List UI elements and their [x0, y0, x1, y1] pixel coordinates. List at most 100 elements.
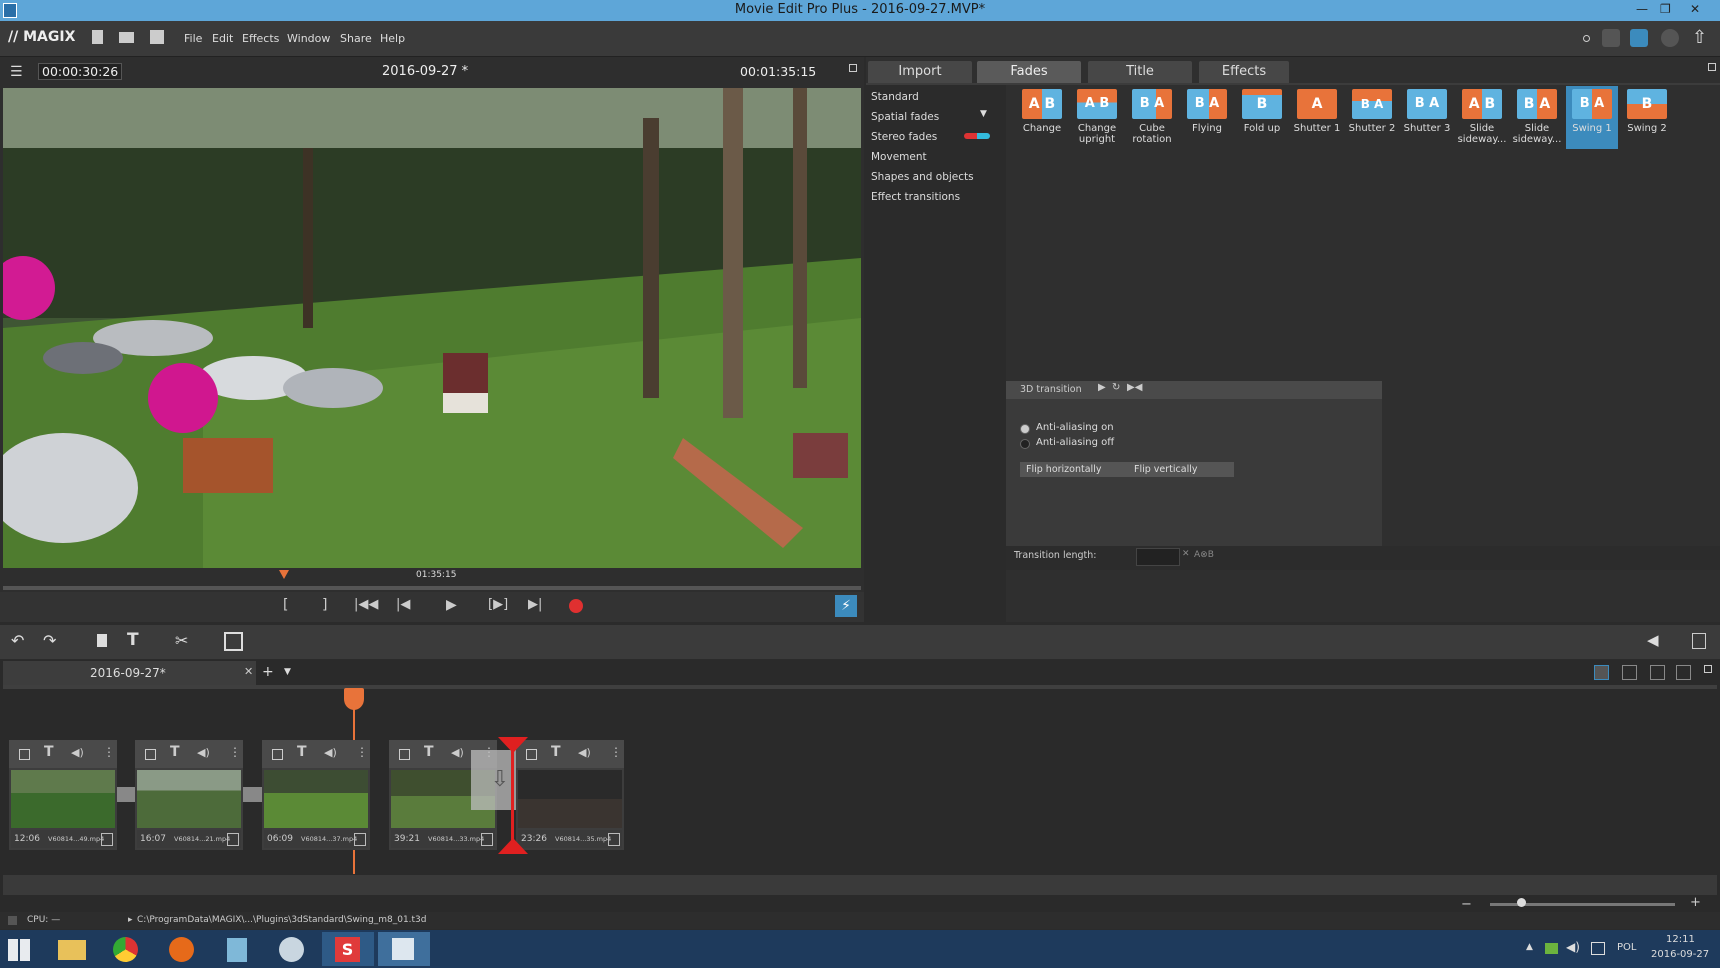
- clip-volume-icon[interactable]: ◀): [578, 746, 591, 759]
- transition-marker[interactable]: [117, 787, 137, 802]
- magix-taskbar-icon[interactable]: [378, 932, 430, 966]
- panel-maximize-icon[interactable]: [1708, 63, 1716, 71]
- fade-swing-1[interactable]: B A Swing 1: [1566, 86, 1618, 149]
- clip-checkbox-icon[interactable]: [19, 749, 30, 760]
- clear-x-icon[interactable]: ✕: [1182, 549, 1190, 559]
- clip-menu-icon[interactable]: ⋮: [610, 745, 622, 759]
- tray-overflow-icon[interactable]: ▲: [1526, 942, 1533, 952]
- clip-volume-icon[interactable]: ◀): [71, 746, 84, 759]
- tray-nvidia-icon[interactable]: [1545, 943, 1558, 954]
- fade-slide-sideways-1[interactable]: A B Slide sideway...: [1456, 89, 1508, 145]
- menu-help[interactable]: Help: [380, 32, 405, 45]
- loop-icon[interactable]: ↻: [1112, 382, 1120, 393]
- scrub-track[interactable]: [3, 586, 861, 590]
- playhead-marker[interactable]: [279, 570, 289, 579]
- tab-effects[interactable]: Effects: [1199, 61, 1289, 83]
- menu-effects[interactable]: Effects: [242, 32, 279, 45]
- list-view-icon[interactable]: [1650, 665, 1665, 680]
- zoom-in-icon[interactable]: +: [1690, 895, 1701, 910]
- file-explorer-icon[interactable]: [46, 932, 98, 966]
- hamburger-menu-icon[interactable]: ☰: [10, 64, 23, 80]
- cut-icon[interactable]: ✂: [175, 631, 188, 650]
- timeline-clip[interactable]: T ◀) ⋮ 16:07 V60814...21.mp4: [135, 740, 243, 850]
- fade-change-upright[interactable]: A B Change upright: [1071, 89, 1123, 145]
- tab-fades[interactable]: Fades: [977, 61, 1081, 83]
- fade-cube-rotation[interactable]: B A Cube rotation: [1126, 89, 1178, 145]
- windows-start-icon[interactable]: [8, 939, 30, 961]
- transition-marker[interactable]: [243, 787, 263, 802]
- category-spatial-fades[interactable]: Spatial fades: [871, 111, 939, 123]
- clip-film-icon[interactable]: [608, 833, 620, 846]
- app-s-icon[interactable]: S: [322, 932, 374, 966]
- lightning-icon[interactable]: ⚡: [835, 595, 857, 617]
- stop-icon[interactable]: ▶◀: [1127, 382, 1142, 393]
- tray-language[interactable]: POL: [1617, 942, 1636, 953]
- menu-file[interactable]: File: [184, 32, 202, 45]
- previous-frame-icon[interactable]: |◀: [396, 597, 410, 612]
- scrub-bar[interactable]: 01:35:15: [3, 568, 861, 592]
- fade-fold-up[interactable]: B Fold up: [1236, 89, 1288, 134]
- layout-view-icon[interactable]: [1676, 665, 1691, 680]
- category-movement[interactable]: Movement: [871, 151, 927, 163]
- undo-icon[interactable]: ↶: [11, 631, 24, 650]
- fade-shutter-3[interactable]: B A Shutter 3: [1401, 89, 1453, 134]
- close-button[interactable]: ✕: [1690, 2, 1700, 16]
- clip-menu-icon[interactable]: ⋮: [103, 745, 115, 759]
- fade-shutter-1[interactable]: A Shutter 1: [1291, 89, 1343, 134]
- fade-flying[interactable]: B A Flying: [1181, 89, 1233, 134]
- flip-horizontally-button[interactable]: Flip horizontally: [1020, 462, 1128, 477]
- mixer-icon[interactable]: [1692, 633, 1706, 649]
- timeline-clip[interactable]: T ◀) ⋮ 06:09 V60814...37.mp4: [262, 740, 370, 850]
- small-circle-icon[interactable]: [1583, 35, 1590, 42]
- project-tab[interactable]: 2016-09-27* ✕: [3, 661, 256, 685]
- go-to-start-icon[interactable]: |◀◀: [354, 597, 378, 612]
- redo-icon[interactable]: ↷: [43, 631, 56, 650]
- mark-in-button[interactable]: [: [283, 597, 288, 613]
- timeline-view-icon[interactable]: [1622, 665, 1637, 680]
- settings-circle-icon[interactable]: [1661, 29, 1679, 47]
- paint-app-icon[interactable]: [266, 932, 318, 966]
- clip-film-icon[interactable]: [481, 833, 493, 846]
- volume-icon[interactable]: ◀: [1647, 631, 1659, 649]
- clip-volume-icon[interactable]: ◀): [451, 746, 464, 759]
- mark-out-button[interactable]: ]: [322, 597, 327, 613]
- clip-text-icon[interactable]: T: [170, 744, 180, 760]
- category-shapes-objects[interactable]: Shapes and objects: [871, 171, 974, 183]
- text-tool-icon[interactable]: T: [127, 630, 139, 650]
- flip-vertically-button[interactable]: Flip vertically: [1128, 462, 1234, 477]
- clip-text-icon[interactable]: T: [551, 744, 561, 760]
- preview-play-icon[interactable]: ▶: [1098, 382, 1106, 393]
- dropdown-arrow-icon[interactable]: ▼: [980, 109, 987, 119]
- tab-import[interactable]: Import: [868, 61, 972, 83]
- clip-text-icon[interactable]: T: [297, 744, 307, 760]
- clip-film-icon[interactable]: [354, 833, 366, 846]
- radio-antialias-on[interactable]: [1020, 424, 1030, 434]
- minimize-button[interactable]: —: [1636, 2, 1648, 16]
- close-tab-icon[interactable]: ✕: [244, 665, 253, 678]
- clip-film-icon[interactable]: [227, 833, 239, 846]
- menu-share[interactable]: Share: [340, 32, 372, 45]
- new-file-icon[interactable]: [92, 30, 103, 44]
- clip-text-icon[interactable]: T: [424, 744, 434, 760]
- maximize-timeline-icon[interactable]: [1704, 665, 1712, 673]
- add-tab-icon[interactable]: +: [262, 664, 274, 680]
- tray-time[interactable]: 12:11: [1666, 934, 1695, 945]
- maximize-preview-icon[interactable]: [849, 64, 857, 72]
- transition-length-input[interactable]: [1136, 548, 1180, 566]
- chrome-icon[interactable]: [100, 932, 152, 966]
- zoom-out-icon[interactable]: −: [1461, 897, 1472, 912]
- restore-button[interactable]: ❐: [1660, 2, 1671, 16]
- zoom-slider-thumb[interactable]: [1517, 898, 1526, 907]
- timeline-playhead[interactable]: [344, 688, 364, 710]
- menu-edit[interactable]: Edit: [212, 32, 233, 45]
- record-button[interactable]: [569, 599, 583, 613]
- delete-icon[interactable]: [97, 634, 107, 647]
- category-effect-transitions[interactable]: Effect transitions: [871, 191, 960, 203]
- radio-antialias-off[interactable]: [1020, 439, 1030, 449]
- clip-menu-icon[interactable]: ⋮: [356, 745, 368, 759]
- save-icon[interactable]: [150, 30, 164, 44]
- tab-dropdown-icon[interactable]: ▼: [284, 667, 291, 677]
- tray-network-icon[interactable]: [1591, 942, 1605, 955]
- notes-app-icon[interactable]: [212, 932, 264, 966]
- fade-shutter-2[interactable]: B A Shutter 2: [1346, 89, 1398, 134]
